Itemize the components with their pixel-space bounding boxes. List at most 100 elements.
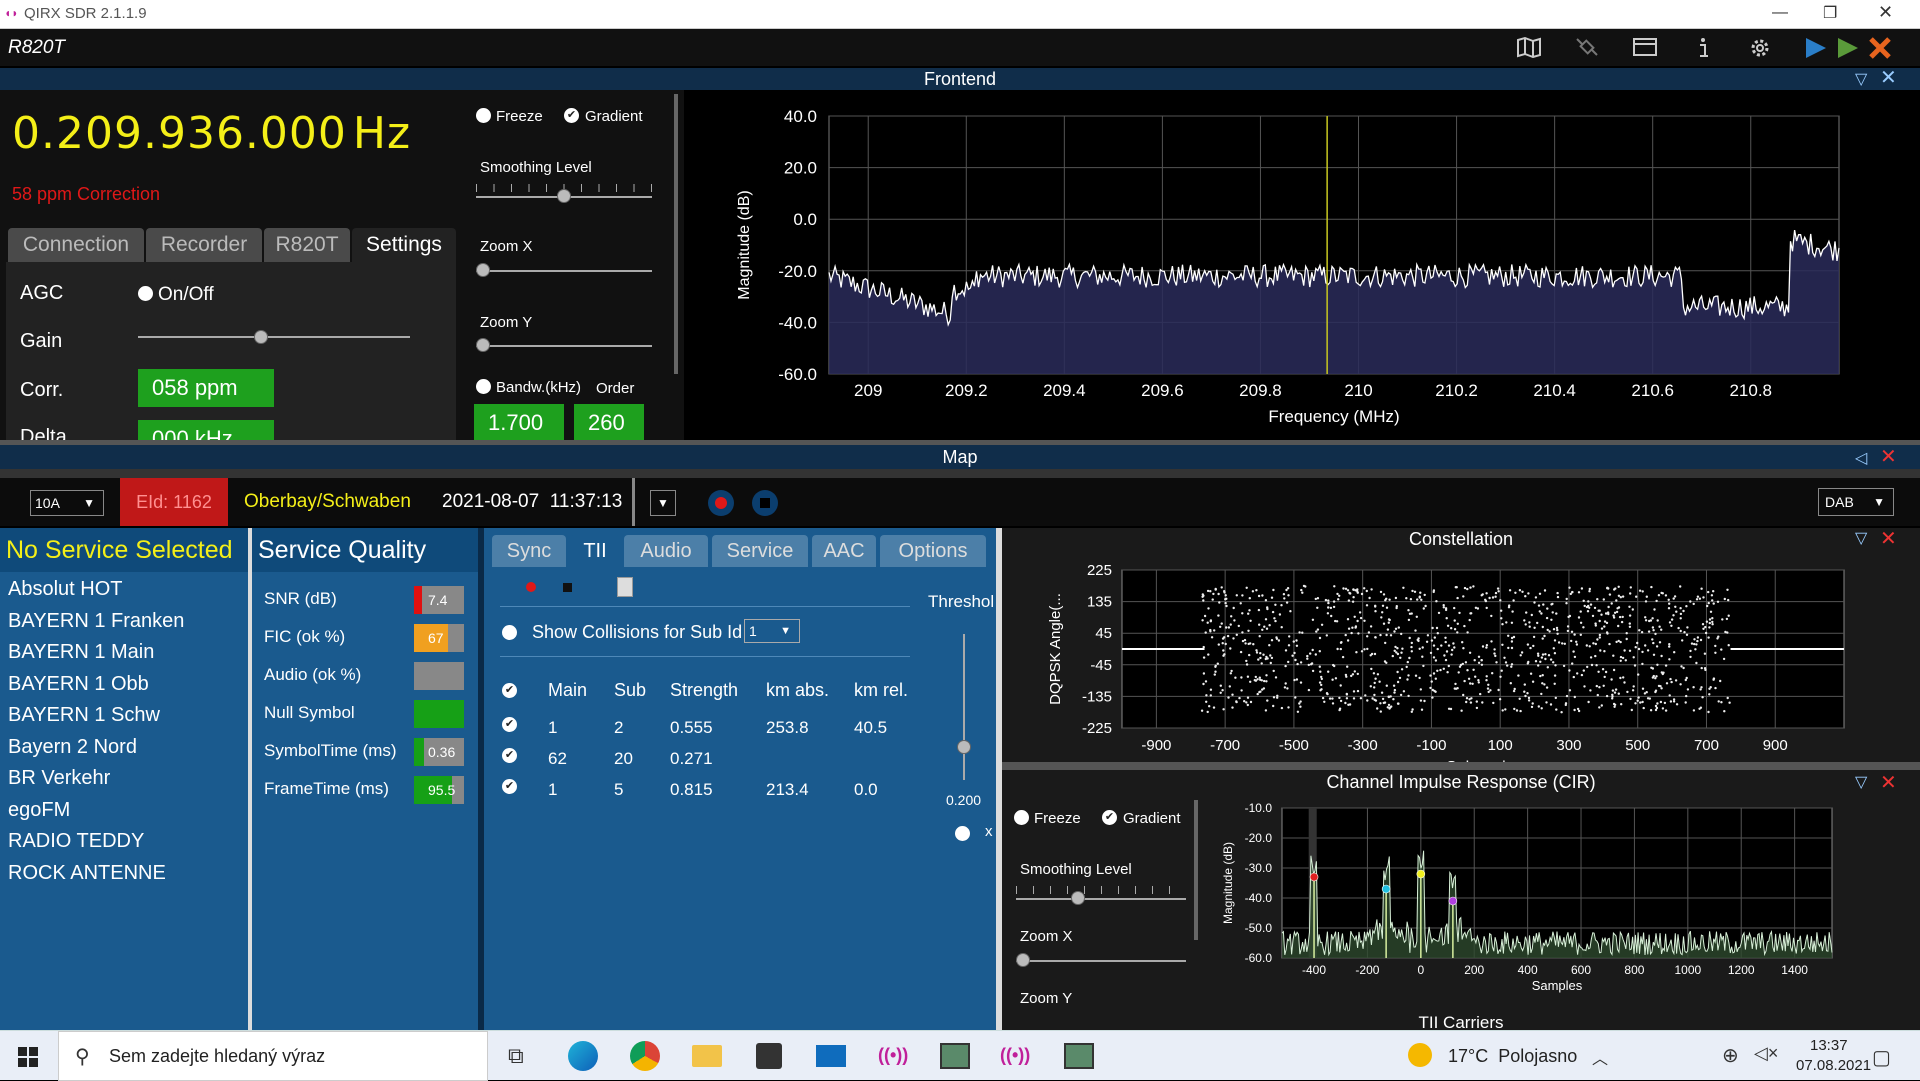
weather-text[interactable]: 17°C Polojasno bbox=[1448, 1046, 1577, 1067]
play-icon[interactable] bbox=[1802, 36, 1830, 60]
panel-splitter[interactable] bbox=[674, 94, 678, 374]
bandwidth-value-box[interactable]: 1.700 bbox=[474, 404, 564, 440]
mode-select[interactable]: DAB ▼ bbox=[1818, 488, 1894, 516]
cir-zoom-x-handle[interactable] bbox=[1016, 953, 1030, 967]
tray-volume-icon[interactable]: ◁× bbox=[1754, 1043, 1778, 1064]
taskbar-search-box[interactable]: ⚲ Sem zadejte hledaný výraz bbox=[58, 1031, 488, 1081]
x-radio[interactable] bbox=[955, 826, 970, 841]
windows-start-icon[interactable] bbox=[18, 1047, 38, 1067]
service-item[interactable]: BR Verkehr bbox=[0, 763, 248, 795]
restore-button[interactable]: ❐ bbox=[1823, 3, 1837, 23]
clock-time[interactable]: 13:37 bbox=[1810, 1037, 1848, 1054]
window-icon[interactable] bbox=[1631, 36, 1659, 60]
freeze-radio[interactable] bbox=[476, 108, 491, 123]
service-item[interactable]: BAYERN 1 Schw bbox=[0, 700, 248, 732]
cir-zoom-x-track[interactable] bbox=[1016, 960, 1186, 962]
chrome-icon[interactable] bbox=[630, 1041, 660, 1071]
smoothing-slider-handle[interactable] bbox=[557, 189, 571, 203]
info-icon[interactable] bbox=[1689, 36, 1717, 60]
clock-date[interactable]: 07.08.2021 bbox=[1796, 1057, 1871, 1074]
tii-stop-icon[interactable] bbox=[563, 583, 572, 592]
tray-network-icon[interactable]: ⊕ bbox=[1722, 1043, 1739, 1068]
constellation-collapse-icon[interactable]: ▽ bbox=[1855, 528, 1867, 548]
tii-row-check[interactable]: ✔ bbox=[502, 748, 517, 763]
edge-icon[interactable] bbox=[568, 1041, 598, 1071]
app-window-2-icon[interactable] bbox=[1064, 1043, 1094, 1069]
task-view-icon[interactable]: ⧉ bbox=[508, 1043, 524, 1069]
cir-close-icon[interactable]: ✕ bbox=[1880, 770, 1897, 795]
bandwidth-radio[interactable] bbox=[476, 379, 491, 394]
collapse-left-icon[interactable]: ◁ bbox=[1855, 447, 1867, 471]
tii-tab-options[interactable]: Options bbox=[880, 535, 986, 567]
tii-tab-aac[interactable]: AAC bbox=[812, 535, 876, 567]
map-icon[interactable] bbox=[1515, 36, 1543, 60]
constellation-cir-splitter[interactable] bbox=[1002, 762, 1920, 770]
show-collisions-radio[interactable] bbox=[502, 625, 517, 640]
tii-tab-tii[interactable]: TII bbox=[570, 535, 620, 567]
service-item[interactable]: Bayern 2 Nord bbox=[0, 732, 248, 764]
service-item[interactable]: Absolut HOT bbox=[0, 574, 248, 606]
close-window-button[interactable]: ✕ bbox=[1878, 2, 1893, 23]
column-splitter-1[interactable] bbox=[248, 528, 252, 1030]
close-icon[interactable]: ✕ bbox=[1880, 67, 1897, 89]
corr-value-box[interactable]: 058 ppm bbox=[138, 369, 274, 407]
tab-r820t[interactable]: R820T bbox=[264, 228, 350, 262]
store-icon[interactable] bbox=[756, 1043, 782, 1069]
qirx-icon[interactable]: ((•)) bbox=[878, 1045, 908, 1066]
stop-record-icon[interactable] bbox=[752, 490, 778, 516]
cir-freeze-radio[interactable] bbox=[1014, 810, 1029, 825]
threshold-slider-track[interactable] bbox=[963, 634, 965, 780]
tii-tab-audio[interactable]: Audio bbox=[624, 535, 708, 567]
constellation-close-icon[interactable]: ✕ bbox=[1880, 526, 1897, 551]
agc-radio[interactable] bbox=[138, 286, 153, 301]
collapse-icon[interactable]: ▽ bbox=[1855, 69, 1867, 91]
service-item[interactable]: egoFM bbox=[0, 795, 248, 827]
minimize-button[interactable]: — bbox=[1772, 4, 1788, 22]
gradient-check[interactable]: ✔ bbox=[564, 108, 579, 123]
service-item[interactable]: ROCK ANTENNE bbox=[0, 858, 248, 890]
qirx-active-icon[interactable]: ((•)) bbox=[1000, 1045, 1030, 1066]
zoom-y-slider-handle[interactable] bbox=[476, 338, 490, 352]
mail-icon[interactable] bbox=[816, 1045, 846, 1067]
gain-slider-track[interactable] bbox=[138, 336, 410, 338]
cir-smoothing-track[interactable] bbox=[1016, 898, 1186, 900]
tii-row-check[interactable]: ✔ bbox=[502, 717, 517, 732]
zoom-y-slider-track[interactable] bbox=[476, 345, 652, 347]
satellite-icon[interactable] bbox=[1573, 36, 1601, 60]
play-green-icon[interactable] bbox=[1834, 36, 1862, 60]
tii-row-check[interactable]: ✔ bbox=[502, 779, 517, 794]
channel-select[interactable]: 10A ▼ bbox=[30, 490, 104, 516]
notification-icon[interactable]: ▢ bbox=[1872, 1045, 1891, 1070]
order-value-box[interactable]: 260 bbox=[574, 404, 644, 440]
gain-slider-handle[interactable] bbox=[254, 330, 269, 344]
threshold-slider-handle[interactable] bbox=[957, 740, 971, 754]
document-icon[interactable] bbox=[617, 577, 633, 597]
service-item[interactable]: RADIO TEDDY bbox=[0, 826, 248, 858]
file-explorer-icon[interactable] bbox=[692, 1045, 722, 1067]
app-window-icon[interactable] bbox=[940, 1043, 970, 1069]
cir-gradient-check[interactable]: ✔ bbox=[1102, 810, 1117, 825]
tii-tab-sync[interactable]: Sync bbox=[492, 535, 566, 567]
tab-connection[interactable]: Connection bbox=[8, 228, 144, 262]
delta-value-box[interactable]: 000 kHz bbox=[138, 420, 274, 440]
zoom-x-slider-handle[interactable] bbox=[476, 263, 490, 277]
tii-record-icon[interactable] bbox=[526, 582, 536, 592]
zoom-x-slider-track[interactable] bbox=[476, 270, 652, 272]
stop-icon[interactable] bbox=[1866, 36, 1894, 60]
dropdown-button[interactable]: ▼ bbox=[650, 490, 676, 516]
record-icon[interactable] bbox=[708, 490, 734, 516]
cir-splitter[interactable] bbox=[1194, 800, 1198, 940]
tab-recorder[interactable]: Recorder bbox=[146, 228, 262, 262]
gear-icon[interactable] bbox=[1746, 36, 1774, 60]
service-item[interactable]: BAYERN 1 Obb bbox=[0, 669, 248, 701]
sub-id-select[interactable]: 1 ▼ bbox=[744, 619, 800, 643]
tray-chevron-icon[interactable]: ︿ bbox=[1592, 1045, 1608, 1069]
map-close-icon[interactable]: ✕ bbox=[1880, 445, 1897, 469]
tii-tab-service[interactable]: Service bbox=[712, 535, 808, 567]
service-item[interactable]: BAYERN 1 Franken bbox=[0, 606, 248, 638]
cir-smoothing-handle[interactable] bbox=[1070, 891, 1085, 905]
cir-collapse-icon[interactable]: ▽ bbox=[1855, 772, 1867, 792]
service-item[interactable]: BAYERN 1 Main bbox=[0, 637, 248, 669]
column-splitter-2[interactable] bbox=[478, 528, 484, 1030]
tab-settings[interactable]: Settings bbox=[352, 228, 456, 262]
